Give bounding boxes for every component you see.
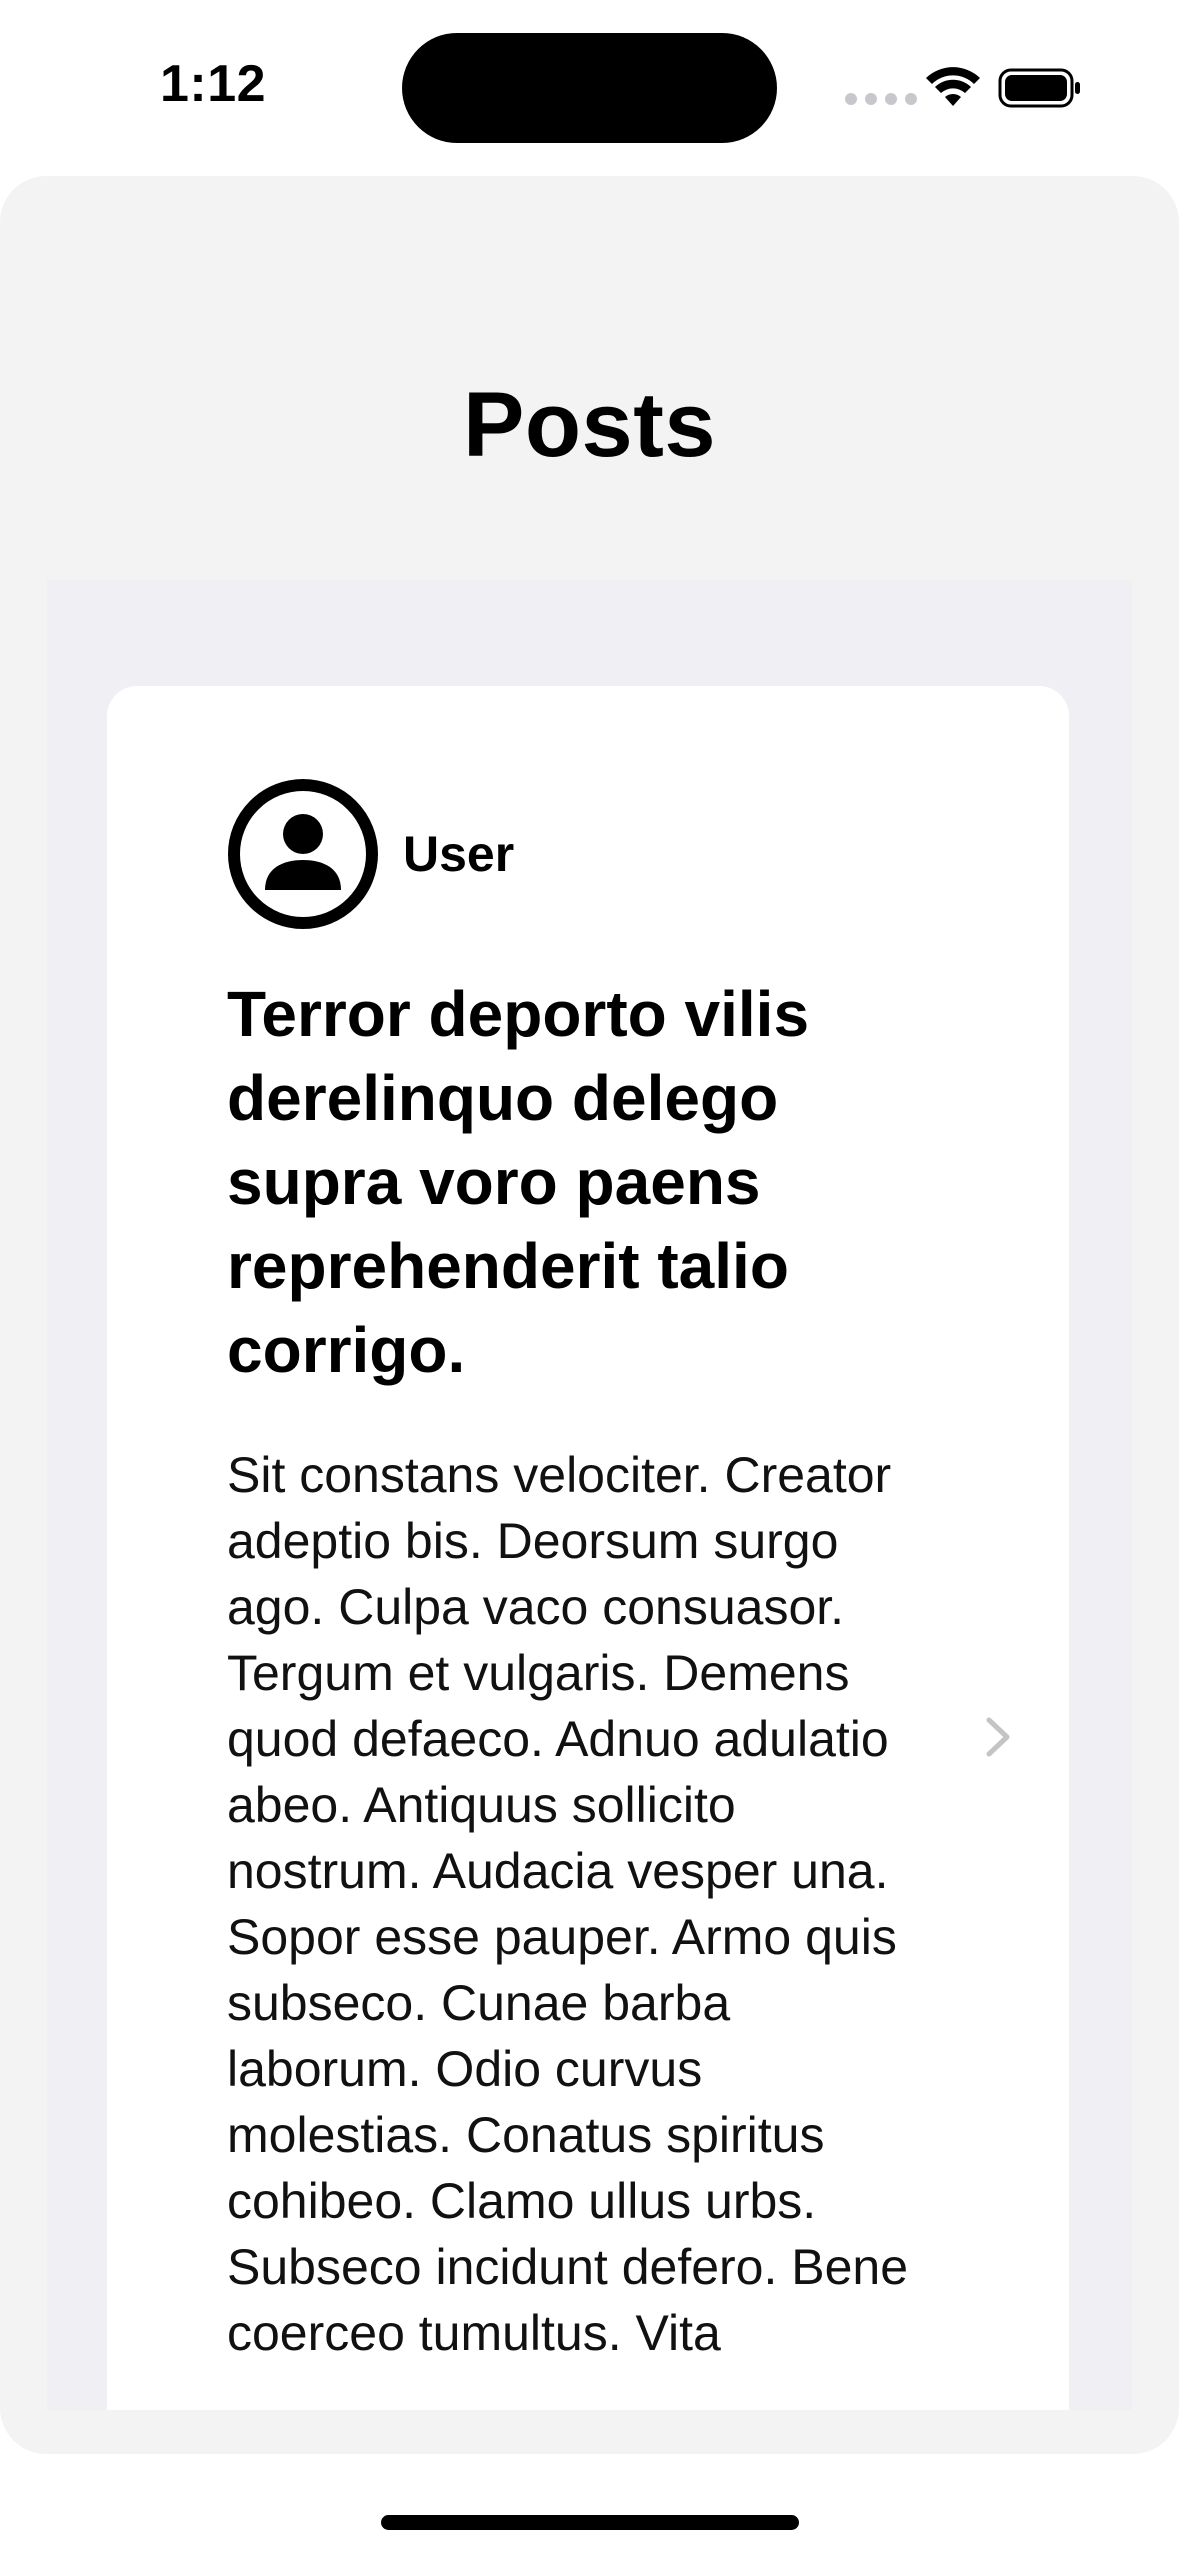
home-indicator[interactable]: [381, 2515, 799, 2530]
chevron-right-icon: [986, 1717, 1010, 1757]
author-name: User: [403, 826, 515, 882]
post-card[interactable]: User Terror deporto vilis derelinquo del…: [107, 686, 1069, 2410]
wifi-icon: [926, 67, 980, 106]
cellular-dots-icon: [845, 93, 917, 105]
post-title: Terror deporto vilis derelinquo delego s…: [227, 978, 810, 1386]
posts-sheet: Posts User Terror deporto vilis derelinq…: [0, 176, 1179, 2454]
post-body: Sit constans velociter. Creator adeptio …: [227, 1447, 909, 2361]
person-circle-icon: [228, 779, 378, 929]
posts-list[interactable]: User Terror deporto vilis derelinquo del…: [47, 580, 1132, 2410]
dynamic-island: [402, 33, 777, 143]
navigation-header: Posts: [0, 176, 1179, 576]
post-author-row: User: [227, 778, 514, 930]
battery-icon: [998, 68, 1080, 108]
status-bar: 1:12: [0, 0, 1179, 170]
page-title: Posts: [462, 374, 717, 476]
status-time: 1:12: [160, 55, 267, 113]
